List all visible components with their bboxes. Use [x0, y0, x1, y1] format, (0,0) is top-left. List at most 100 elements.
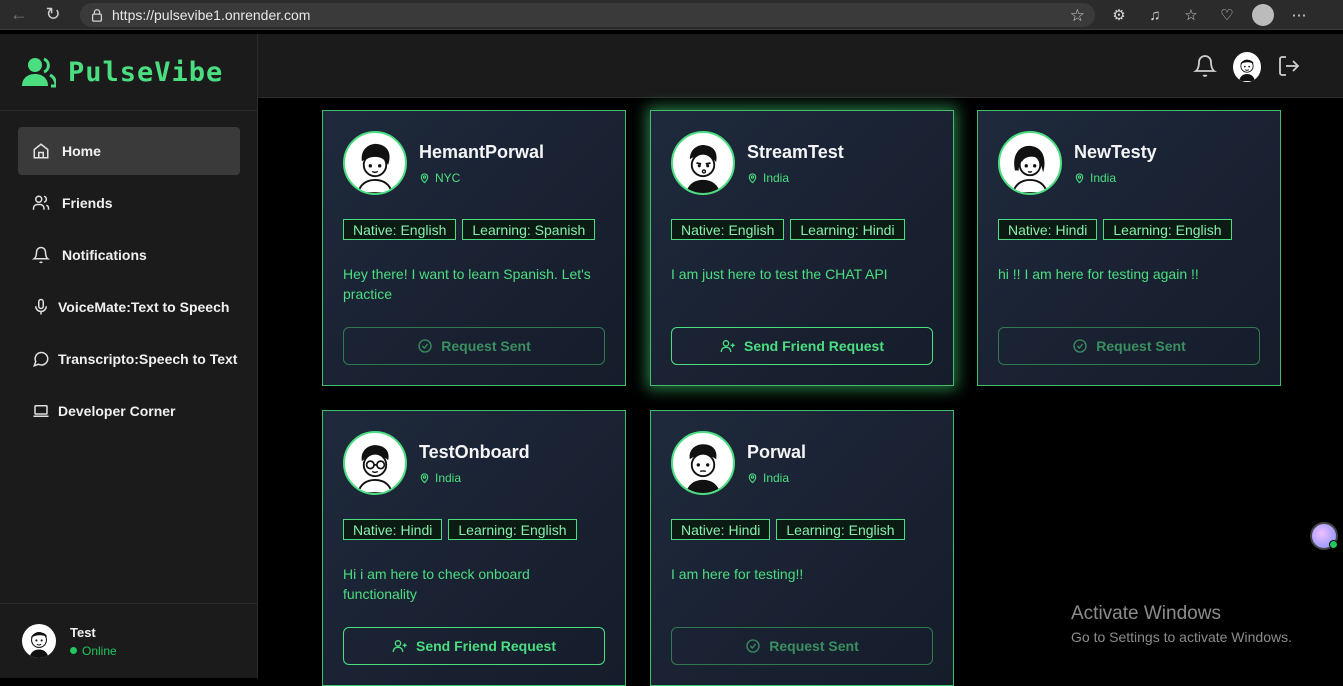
users-icon [32, 195, 50, 210]
request-sent-button[interactable]: Request Sent [998, 327, 1260, 365]
user-bio: I am just here to test the CHAT API [671, 266, 888, 282]
location-text: India [1090, 170, 1117, 185]
status-dot-icon [70, 647, 77, 654]
user-card: StreamTest India Native: English Learnin… [650, 110, 954, 386]
online-status: Online [70, 644, 117, 658]
native-language-badge: Native: Hindi [343, 519, 443, 540]
user-name: HemantPorwal [419, 141, 545, 162]
user-card: Porwal India Native: Hindi Learning: Eng… [650, 410, 954, 686]
address-bar[interactable]: https://pulsevibe1.onrender.com ☆ [80, 3, 1095, 27]
user-name: Test [70, 624, 96, 640]
user-card: TestOnboard India Native: Hindi Learning… [322, 410, 626, 686]
more-icon[interactable]: ⋯ [1288, 4, 1310, 26]
location: India [747, 171, 844, 185]
user-card: NewTesty India Native: Hindi Learning: E… [977, 110, 1281, 386]
user-bio: Hey there! I want to learn Spanish. Let'… [343, 266, 591, 302]
avatar [998, 131, 1062, 195]
sidebar-item-label: Friends [62, 195, 113, 211]
back-icon[interactable]: ← [6, 2, 32, 28]
brand[interactable]: PulseVibe [0, 34, 257, 111]
map-pin-icon [420, 472, 429, 483]
location-text: India [763, 170, 790, 185]
assistant-bubble-icon[interactable] [1310, 522, 1338, 550]
favorite-star-icon[interactable]: ☆ [1070, 6, 1085, 26]
url-text: https://pulsevibe1.onrender.com [112, 7, 311, 23]
location: NYC [419, 171, 544, 185]
favorites-icon[interactable]: ☆ [1180, 4, 1202, 26]
user-name: Porwal [747, 441, 807, 462]
watermark-title: Activate Windows [1071, 603, 1221, 624]
status-text: Online [82, 643, 117, 658]
native-language-badge: Native: English [343, 219, 457, 240]
sidebar-item-home[interactable]: Home [18, 127, 240, 175]
send-friend-request-button[interactable]: Send Friend Request [343, 627, 605, 665]
native-language-badge: Native: English [671, 219, 785, 240]
sidebar-item-label: Developer Corner [58, 403, 176, 419]
avatar [671, 431, 735, 495]
avatar [22, 624, 56, 658]
profile-icon[interactable] [1252, 4, 1274, 26]
learning-language-badge: Learning: Hindi [790, 219, 905, 240]
user-name: TestOnboard [419, 441, 530, 462]
sidebar-item-label: Home [62, 143, 101, 159]
reload-icon[interactable]: ↻ [40, 2, 66, 28]
sidebar-item-label: Notifications [62, 247, 147, 263]
check-circle-icon [418, 339, 432, 353]
learning-language-badge: Learning: Spanish [462, 219, 596, 240]
location-text: India [763, 470, 790, 485]
button-label: Request Sent [769, 638, 859, 654]
profile-avatar[interactable] [1233, 52, 1261, 82]
mic-icon [35, 298, 47, 315]
brand-name: PulseVibe [68, 56, 224, 88]
sidebar-item-voicemate[interactable]: VoiceMate:Text to Speech [18, 283, 240, 331]
user-card: HemantPorwal NYC Native: English Learnin… [322, 110, 626, 386]
avatar [671, 131, 735, 195]
learning-language-badge: Learning: English [1103, 219, 1232, 240]
laptop-icon [33, 405, 49, 417]
map-pin-icon [748, 172, 757, 183]
health-icon[interactable]: ♡ [1216, 4, 1238, 26]
extensions-icon[interactable]: ⚙ [1108, 4, 1130, 26]
map-pin-icon [420, 172, 429, 183]
map-pin-icon [1075, 172, 1084, 183]
user-bio: hi !! I am here for testing again !! [998, 266, 1199, 282]
user-plus-icon [720, 340, 735, 352]
sidebar-user[interactable]: Test Online [0, 603, 257, 678]
location: India [1074, 171, 1157, 185]
avatar [343, 131, 407, 195]
sidebar-item-notifications[interactable]: Notifications [18, 231, 240, 279]
native-language-badge: Native: Hindi [671, 519, 771, 540]
users-logo-icon [22, 57, 56, 88]
sidebar-item-label: Transcripto:Speech to Text [58, 351, 238, 367]
logout-icon[interactable] [1277, 54, 1301, 78]
sidebar: PulseVibe Home Friends Notifications Voi… [0, 34, 258, 678]
sidebar-item-friends[interactable]: Friends [18, 179, 240, 227]
watermark-subtitle: Go to Settings to activate Windows. [1071, 629, 1292, 645]
sidebar-item-developer-corner[interactable]: Developer Corner [18, 387, 240, 435]
notifications-bell-icon[interactable] [1193, 54, 1217, 78]
sidebar-item-transcripto[interactable]: Transcripto:Speech to Text [18, 335, 240, 383]
check-circle-icon [1073, 339, 1087, 353]
home-icon [33, 143, 49, 159]
request-sent-button[interactable]: Request Sent [671, 627, 933, 665]
location: India [747, 471, 806, 485]
media-icon[interactable]: ♫ [1144, 4, 1166, 26]
check-circle-icon [746, 639, 760, 653]
user-bio: Hi i am here to check onboard functional… [343, 566, 530, 602]
button-label: Request Sent [441, 338, 531, 354]
avatar [343, 431, 407, 495]
native-language-badge: Native: Hindi [998, 219, 1098, 240]
sidebar-item-label: VoiceMate:Text to Speech [58, 299, 230, 315]
windows-activation-watermark: Activate Windows Go to Settings to activ… [1071, 603, 1292, 645]
user-plus-icon [392, 640, 407, 652]
button-label: Send Friend Request [415, 638, 557, 654]
recommended-users-grid: HemantPorwal NYC Native: English Learnin… [258, 98, 1343, 686]
top-navbar [258, 34, 1343, 98]
button-label: Send Friend Request [743, 338, 885, 354]
button-label: Request Sent [1096, 338, 1186, 354]
send-friend-request-button[interactable]: Send Friend Request [671, 327, 933, 365]
request-sent-button[interactable]: Request Sent [343, 327, 605, 365]
message-circle-icon [33, 351, 49, 367]
browser-toolbar: ← ↻ https://pulsevibe1.onrender.com ☆ ⚙ … [0, 0, 1343, 30]
bell-icon [32, 246, 50, 264]
